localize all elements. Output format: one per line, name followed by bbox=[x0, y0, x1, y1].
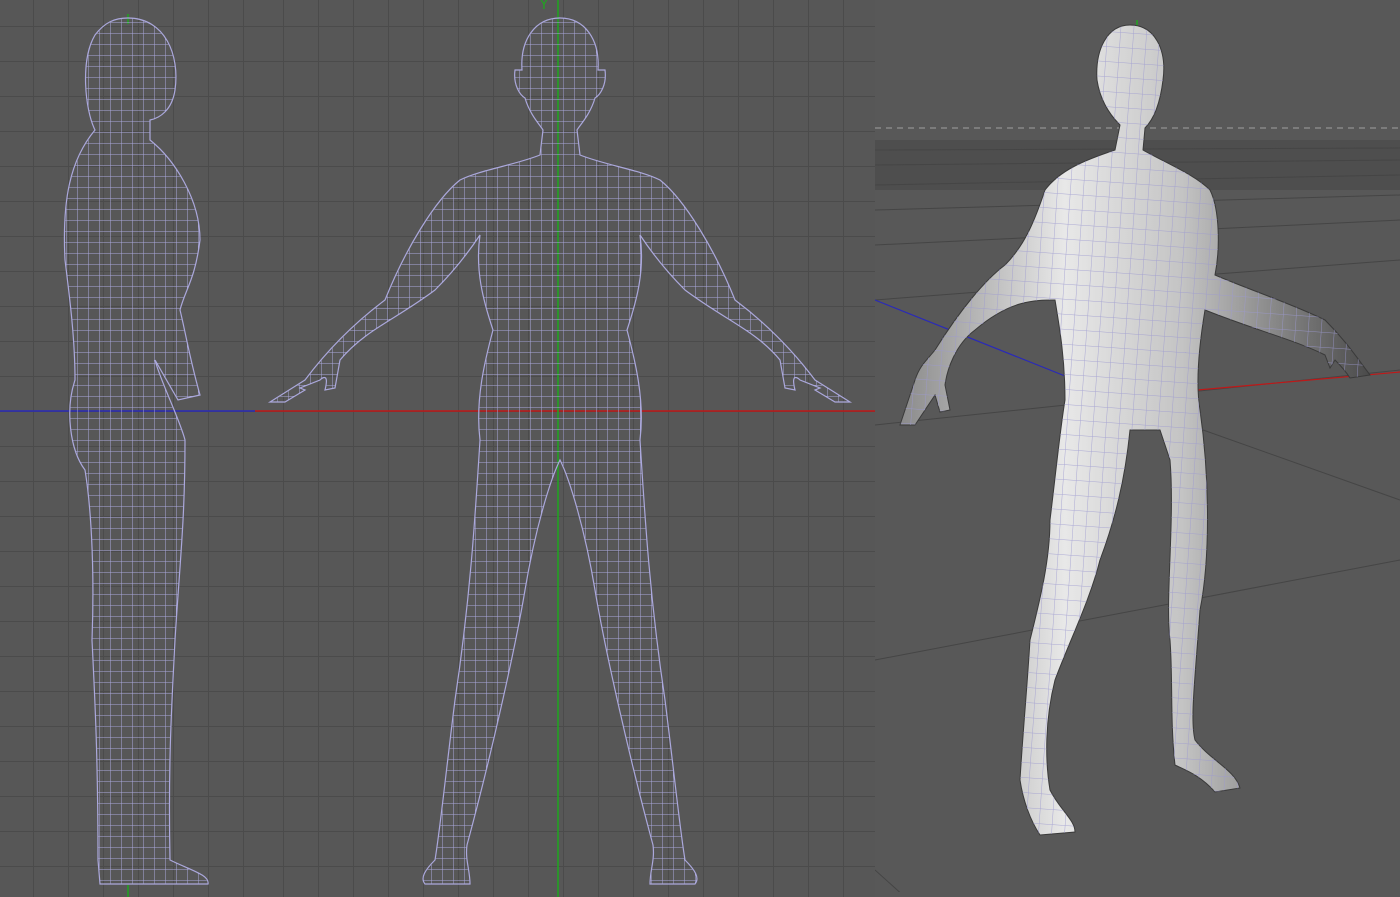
front-viewport-canvas bbox=[255, 0, 875, 897]
viewport-edge bbox=[875, 892, 1015, 897]
front-viewport[interactable]: Y bbox=[255, 0, 875, 897]
y-axis-label: Y bbox=[540, 0, 548, 13]
side-viewport-canvas bbox=[0, 14, 255, 897]
perspective-viewport[interactable] bbox=[875, 0, 1400, 897]
front-wireframe-mesh[interactable] bbox=[267, 17, 853, 885]
side-viewport[interactable] bbox=[0, 0, 255, 897]
side-wireframe-mesh[interactable] bbox=[63, 17, 209, 885]
perspective-viewport-canvas bbox=[875, 20, 1400, 897]
